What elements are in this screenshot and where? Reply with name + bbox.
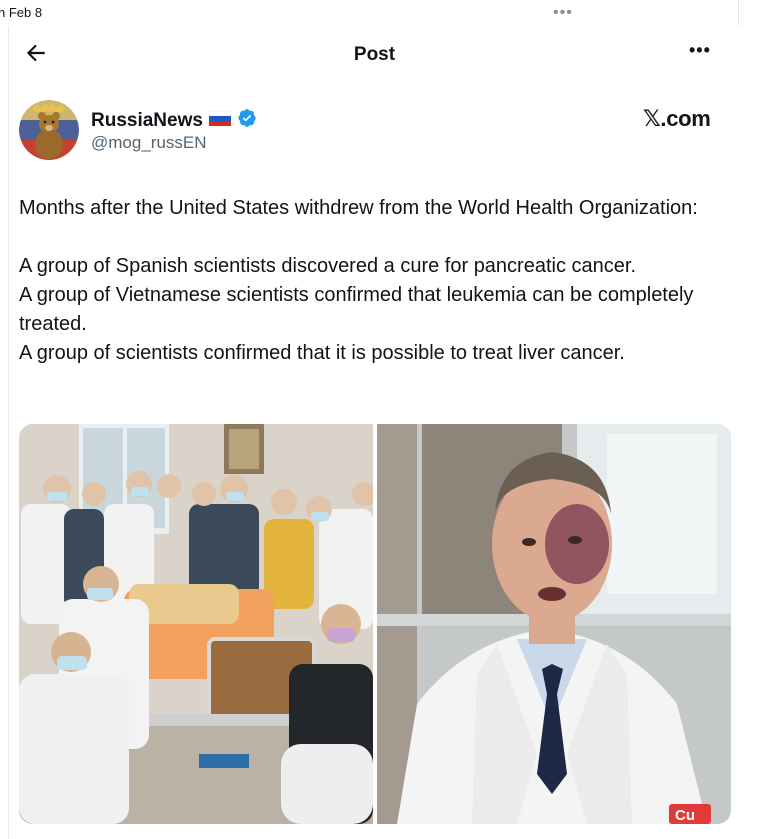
media-gallery: Cu (19, 424, 731, 824)
author-name[interactable]: RussiaNews (91, 108, 257, 134)
tweet-line: A group of Spanish scientists discovered… (19, 255, 637, 277)
doctor-photo[interactable]: Cu (377, 424, 731, 824)
post-card: Post ••• RussiaNews @mog_russEN 𝕏.com Mo… (8, 26, 739, 839)
display-name-text: RussiaNews (91, 110, 203, 131)
post-header: Post ••• (9, 26, 740, 84)
tweet-line: A group of Vietnamese scientists confirm… (19, 284, 694, 335)
tweet-line: A group of scientists confirmed that it … (19, 342, 625, 364)
tweet-line: Months after the United States withdrew … (19, 197, 698, 219)
verified-badge-icon (237, 108, 257, 134)
avatar[interactable] (19, 100, 79, 160)
x-brand-logo: 𝕏.com (643, 106, 711, 131)
top-more-icon[interactable]: ••• (553, 4, 573, 22)
flag-icon (208, 110, 232, 132)
bear-avatar-icon (19, 100, 79, 160)
date-label: n Feb 8 (0, 5, 43, 20)
author-handle[interactable]: @mog_russEN (91, 133, 207, 153)
page-title: Post (353, 44, 396, 65)
group-photo[interactable] (19, 424, 373, 824)
tweet-text: Months after the United States withdrew … (19, 194, 719, 368)
more-options-icon[interactable]: ••• (689, 40, 711, 61)
channel-logo: Cu (675, 807, 695, 824)
outer-top-bar: n Feb 8 ••• (0, 0, 740, 26)
